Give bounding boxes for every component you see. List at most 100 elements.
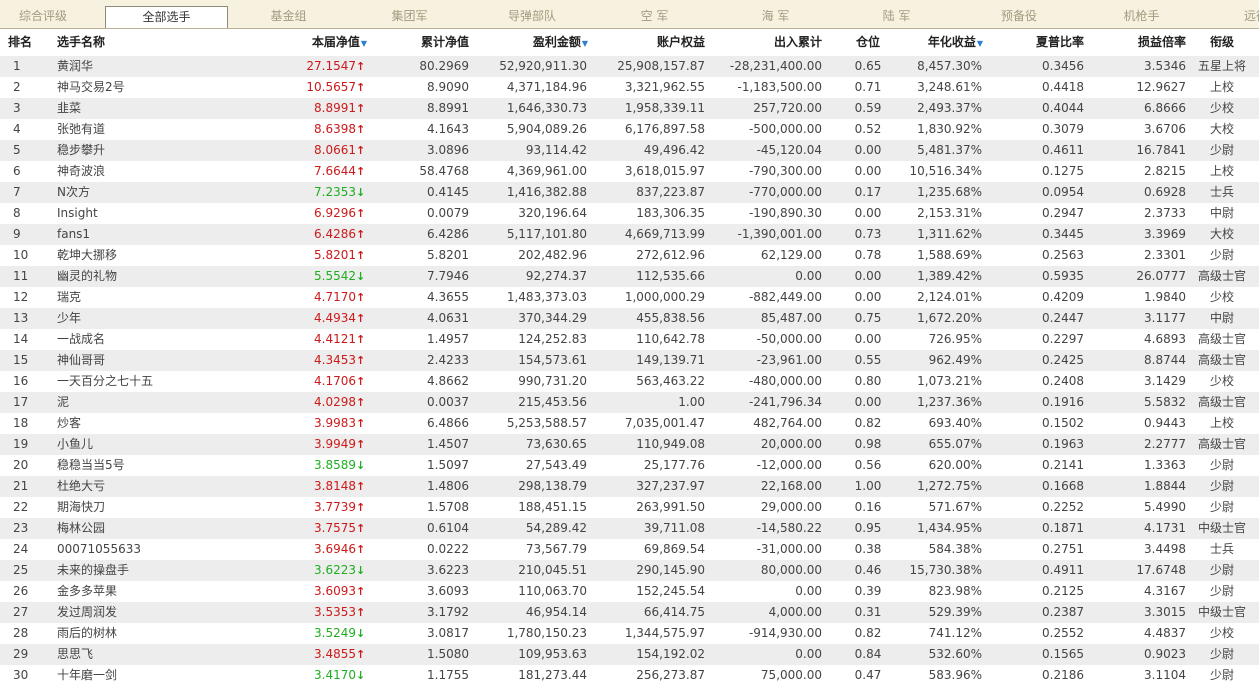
table-row[interactable]: 2 神马交易2号 10.5657↑ 8.9090 4,371,184.96 3,321,9…: [0, 77, 1259, 98]
cell-cum-nav: 0.6104: [427, 521, 469, 535]
table-row[interactable]: 17 泥 4.0298↑ 0.0037 215,453.56 1.00 -241,796.3…: [0, 392, 1259, 413]
table-row[interactable]: 21 杜绝大亏 3.8148↑ 1.4806 298,138.79 327,237.97 2…: [0, 476, 1259, 497]
nav-value: 3.5249: [314, 626, 356, 640]
cell-nav: 6.4286↑: [270, 224, 365, 245]
table-row[interactable]: 23 梅林公园 3.7575↑ 0.6104 54,289.42 39,711.08 -14…: [0, 518, 1259, 539]
cell-title: 高级士官: [1197, 332, 1246, 346]
table-row[interactable]: 7 N次方 7.2353↓ 0.4145 1,416,382.88 837,223.87 -…: [0, 182, 1259, 203]
cell-annual: 962.49%: [928, 353, 982, 367]
cell-sharpe: 0.2186: [1042, 668, 1084, 682]
cell-sharpe: 0.4418: [1042, 80, 1084, 94]
cell-profit: 990,731.20: [518, 374, 587, 388]
arrow-down-icon: ↓: [356, 627, 366, 640]
nav-value: 3.9983: [314, 416, 356, 430]
cell-player-name: 幽灵的礼物: [57, 269, 118, 283]
column-header-equity: 账户权益: [656, 35, 705, 49]
arrow-up-icon: ↑: [356, 480, 366, 493]
column-header-annual[interactable]: 年化收益▼: [895, 29, 983, 56]
cell-annual: 655.07%: [928, 437, 982, 451]
table-row[interactable]: 29 思思飞 3.4855↑ 1.5080 109,953.63 154,192.02 0.…: [0, 644, 1259, 665]
tab-10[interactable]: 远征: [1236, 4, 1259, 28]
cell-annual: 741.12%: [928, 626, 982, 640]
tab-0[interactable]: 综合评级: [0, 4, 86, 28]
table-row[interactable]: 22 期海快刀 3.7739↑ 1.5708 188,451.15 263,991.50 2…: [0, 497, 1259, 518]
table-row[interactable]: 24 00071055633 3.6946↑ 0.0222 73,567.79 69,86…: [0, 539, 1259, 560]
column-header-pl-ratio: 损益倍率: [1137, 35, 1186, 49]
cell-player-name: 期海快刀: [57, 500, 106, 514]
cell-equity: 837,223.87: [636, 185, 705, 199]
table-row[interactable]: 30 十年磨一剑 3.4170↓ 1.1755 181,273.44 256,273.87…: [0, 665, 1259, 686]
cell-annual: 823.98%: [928, 584, 982, 598]
table-row[interactable]: 11 幽灵的礼物 5.5542↓ 7.7946 92,274.37 112,535.66 0…: [0, 266, 1259, 287]
cell-pl-ratio: 0.9023: [1144, 647, 1186, 661]
cell-sharpe: 0.3079: [1042, 122, 1084, 136]
tab-1[interactable]: 全部选手: [105, 6, 228, 28]
table-row[interactable]: 1 黄润华 27.1547↑ 80.2969 52,920,911.30 25,908,1…: [0, 56, 1259, 77]
tab-4[interactable]: 导弹部队: [470, 4, 594, 28]
cell-rank: 4: [13, 122, 21, 136]
cell-nav: 4.3453↑: [270, 350, 365, 371]
table-row[interactable]: 5 稳步攀升 8.0661↑ 3.0896 93,114.42 49,496.42 -45,…: [0, 140, 1259, 161]
tab-5[interactable]: 空 军: [594, 4, 715, 28]
arrow-up-icon: ↑: [356, 81, 366, 94]
cell-rank: 8: [13, 206, 21, 220]
cell-sharpe: 0.1668: [1042, 479, 1084, 493]
tab-8[interactable]: 预备役: [957, 4, 1081, 28]
cell-profit: 109,953.63: [518, 647, 587, 661]
cell-player-name: 一天百分之七十五: [57, 374, 154, 388]
tab-3[interactable]: 集团军: [349, 4, 470, 28]
cell-title: 少尉: [1209, 563, 1234, 577]
cell-flow: 80,000.00: [760, 563, 822, 577]
nav-value: 3.8589: [314, 458, 356, 472]
table-row[interactable]: 12 瑞克 4.7170↑ 4.3655 1,483,373.03 1,000,000.2…: [0, 287, 1259, 308]
table-row[interactable]: 3 韭菜 8.8991↑ 8.8991 1,646,330.73 1,958,339.11…: [0, 98, 1259, 119]
cell-cum-nav: 4.3655: [427, 290, 469, 304]
tab-7[interactable]: 陆 军: [836, 4, 957, 28]
table-row[interactable]: 10 乾坤大挪移 5.8201↑ 5.8201 202,482.96 272,612.96…: [0, 245, 1259, 266]
cell-flow: 22,168.00: [760, 479, 822, 493]
cell-cum-nav: 4.8662: [427, 374, 469, 388]
cell-sharpe: 0.3456: [1042, 59, 1084, 73]
cell-rank: 27: [13, 605, 29, 619]
cell-player-name: 一战成名: [57, 332, 106, 346]
cell-profit: 4,369,961.00: [506, 164, 587, 178]
cell-flow: 29,000.00: [760, 500, 822, 514]
table-row[interactable]: 16 一天百分之七十五 4.1706↑ 4.8662 990,731.20 563,463…: [0, 371, 1259, 392]
table-row[interactable]: 14 一战成名 4.4121↑ 1.4957 124,252.83 110,642.78 -…: [0, 329, 1259, 350]
cell-rank: 6: [13, 164, 21, 178]
cell-sharpe: 0.1963: [1042, 437, 1084, 451]
cell-cum-nav: 80.2969: [419, 59, 469, 73]
table-row[interactable]: 8 Insight 6.9296↑ 0.0079 320,196.64 183,306.3…: [0, 203, 1259, 224]
tab-9[interactable]: 机枪手: [1081, 4, 1202, 28]
cell-nav: 5.8201↑: [270, 245, 365, 266]
table-row[interactable]: 19 小鱼儿 3.9949↑ 1.4507 73,630.65 110,949.08 20,…: [0, 434, 1259, 455]
cell-nav: 3.4170↓: [270, 665, 365, 686]
arrow-up-icon: ↑: [356, 207, 366, 220]
table-row[interactable]: 25 未来的操盘手 3.6223↓ 3.6223 210,045.51 290,145.9…: [0, 560, 1259, 581]
tab-2[interactable]: 基金组: [228, 4, 349, 28]
cell-rank: 17: [13, 395, 29, 409]
cell-rank: 20: [13, 458, 29, 472]
cell-player-name: 稳稳当当5号: [57, 458, 125, 472]
cell-nav: 8.8991↑: [270, 98, 365, 119]
cell-annual: 5,481.37%: [917, 143, 982, 157]
cell-profit: 1,780,150.23: [506, 626, 587, 640]
table-row[interactable]: 6 神奇波浪 7.6644↑ 58.4768 4,369,961.00 3,618,015…: [0, 161, 1259, 182]
table-row[interactable]: 13 少年 4.4934↑ 4.0631 370,344.29 455,838.56 85,…: [0, 308, 1259, 329]
table-row[interactable]: 26 金多多苹果 3.6093↑ 3.6093 110,063.70 152,245.54…: [0, 581, 1259, 602]
table-row[interactable]: 18 炒客 3.9983↑ 6.4866 5,253,588.57 7,035,001.4…: [0, 413, 1259, 434]
arrow-up-icon: ↑: [356, 501, 366, 514]
column-header-profit[interactable]: 盈利金额▼: [480, 29, 588, 56]
table-row[interactable]: 28 雨后的树林 3.5249↓ 3.0817 1,780,150.23 1,344,57…: [0, 623, 1259, 644]
table-row[interactable]: 9 fans1 6.4286↑ 6.4286 5,117,101.80 4,669,713…: [0, 224, 1259, 245]
cell-cum-nav: 1.5708: [427, 500, 469, 514]
table-row[interactable]: 4 张弛有道 8.6398↑ 4.1643 5,904,089.26 6,176,897.…: [0, 119, 1259, 140]
table-row[interactable]: 15 神仙哥哥 4.3453↑ 2.4233 154,573.61 149,139.71 -…: [0, 350, 1259, 371]
table-row[interactable]: 20 稳稳当当5号 3.8589↓ 1.5097 27,543.49 25,177.76 -…: [0, 455, 1259, 476]
cell-sharpe: 0.2947: [1042, 206, 1084, 220]
tab-6[interactable]: 海 军: [715, 4, 836, 28]
column-header-nav[interactable]: 本届净值▼: [275, 29, 367, 56]
cell-cum-nav: 0.0079: [427, 206, 469, 220]
cell-sharpe: 0.0954: [1042, 185, 1084, 199]
table-row[interactable]: 27 发过周润发 3.5353↑ 3.1792 46,954.14 66,414.75 4,…: [0, 602, 1259, 623]
